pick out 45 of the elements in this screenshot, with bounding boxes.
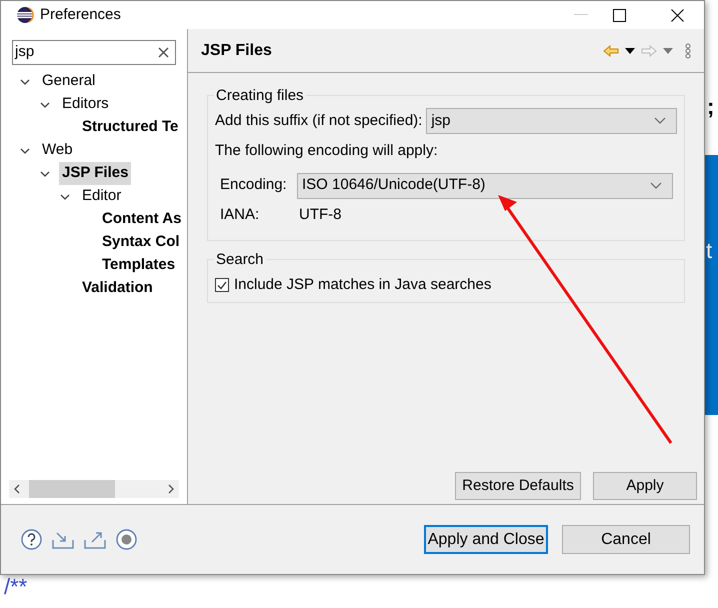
tree-item[interactable]: Web: [39, 139, 76, 162]
help-icon[interactable]: [21, 529, 42, 550]
apply-button[interactable]: Apply: [593, 472, 697, 500]
suffix-label: Add this suffix (if not specified):: [215, 110, 422, 131]
page-title: JSP Files: [201, 40, 272, 60]
dropdown-icon[interactable]: [625, 48, 635, 54]
close-icon[interactable]: [671, 8, 684, 22]
code-text: /**: [4, 573, 28, 601]
tree-item[interactable]: JSP Files: [59, 162, 132, 185]
suffix-dropdown[interactable]: jsp: [426, 108, 677, 134]
iana-value: UTF-8: [299, 204, 342, 224]
encoding-dropdown[interactable]: ISO 10646/Unicode(UTF-8): [297, 172, 673, 198]
apply-and-close-button[interactable]: Apply and Close: [424, 525, 548, 554]
checkbox-label: Include JSP matches in Java searches: [234, 275, 492, 295]
more-icon[interactable]: [685, 42, 691, 58]
chevron-down-icon: [654, 117, 666, 125]
app-logo-icon: [16, 6, 34, 24]
tree-item[interactable]: Structured Te: [79, 116, 182, 139]
tree-item[interactable]: Validation: [79, 277, 156, 300]
maximize-icon[interactable]: [613, 8, 626, 22]
tree-item[interactable]: Editor: [79, 185, 124, 208]
filter-field[interactable]: jsp: [12, 40, 176, 65]
checkmark-icon: [217, 280, 227, 290]
chevron-down-icon: [650, 182, 662, 190]
export-icon[interactable]: [84, 530, 106, 548]
tree-item[interactable]: General: [39, 70, 98, 93]
back-arrow-icon[interactable]: [603, 44, 619, 56]
tree-item[interactable]: Templates: [99, 254, 178, 277]
encoding-note: The following encoding will apply:: [215, 141, 439, 161]
tree-item[interactable]: Content As: [99, 208, 184, 231]
import-icon[interactable]: [52, 530, 74, 548]
horizontal-scrollbar[interactable]: [9, 480, 179, 498]
clear-icon[interactable]: [158, 47, 169, 58]
tree-item[interactable]: Syntax Col: [99, 231, 183, 254]
cancel-button[interactable]: Cancel: [562, 525, 690, 554]
code-text: ;: [707, 93, 714, 121]
window-title: Preferences: [40, 4, 121, 25]
tree-item[interactable]: Editors: [59, 93, 112, 116]
scrollbar-thumb[interactable]: [29, 480, 115, 498]
encoding-label: Encoding:: [220, 175, 288, 196]
iana-label: IANA:: [220, 204, 260, 224]
checkbox[interactable]: [215, 278, 229, 292]
restore-defaults-button[interactable]: Restore Defaults: [455, 472, 581, 500]
record-icon[interactable]: [116, 529, 137, 550]
code-text: t: [706, 237, 712, 265]
